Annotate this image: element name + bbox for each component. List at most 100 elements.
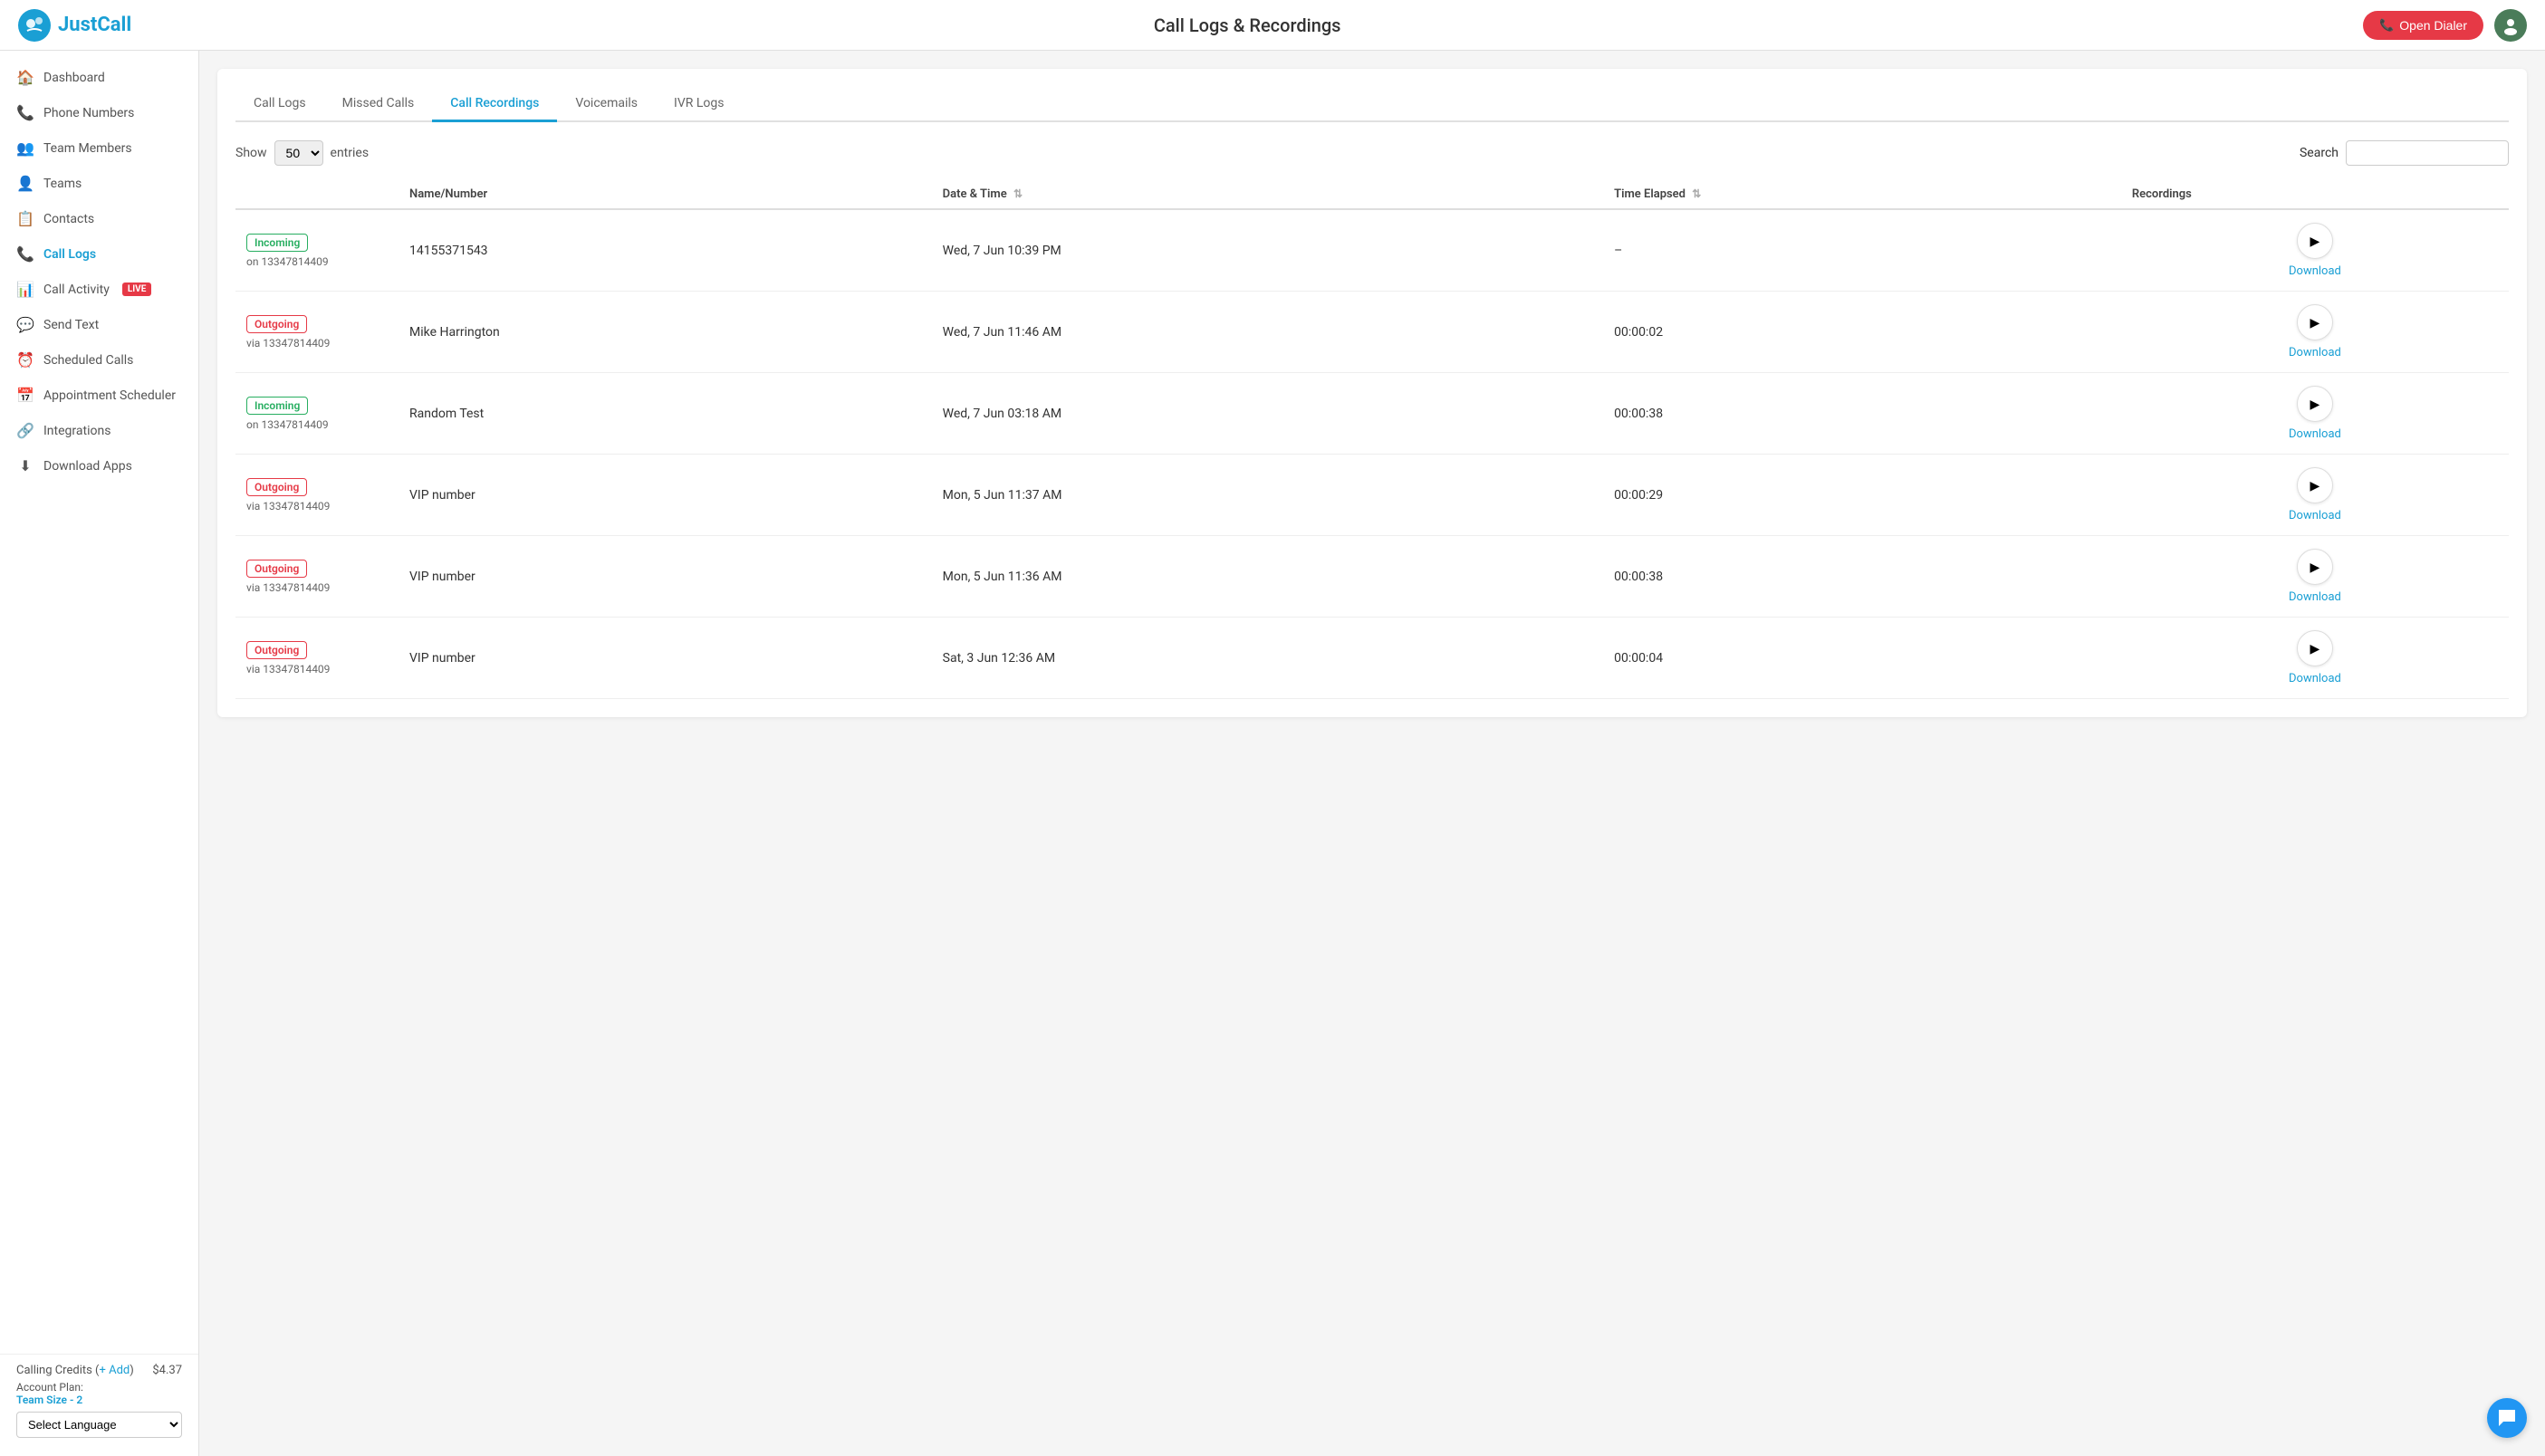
sidebar-nav: 🏠 Dashboard📞 Phone Numbers👥 Team Members… (0, 51, 198, 493)
sidebar-item-teams[interactable]: 👤 Teams (0, 166, 198, 201)
via-number-5: via 13347814409 (246, 663, 388, 675)
sidebar-item-contacts[interactable]: 📋 Contacts (0, 201, 198, 236)
recording-cell-5: ▶ Download (2132, 630, 2498, 685)
sidebar-label-dashboard: Dashboard (43, 71, 105, 85)
play-button-5[interactable]: ▶ (2297, 630, 2333, 666)
avatar-icon (2501, 15, 2521, 35)
add-credits-link[interactable]: + Add (100, 1364, 130, 1377)
cell-name-0: 14155371543 (399, 209, 932, 292)
table-row: Outgoing via 13347814409 VIP number Sat,… (235, 618, 2509, 699)
direction-badge-0: Incoming (246, 234, 308, 252)
chat-icon (2497, 1408, 2517, 1428)
play-button-0[interactable]: ▶ (2297, 223, 2333, 259)
cell-direction-2: Incoming on 13347814409 (235, 373, 399, 455)
show-label: Show (235, 146, 267, 160)
content-card: Call LogsMissed CallsCall RecordingsVoic… (217, 69, 2527, 717)
cell-direction-3: Outgoing via 13347814409 (235, 455, 399, 536)
dashboard-icon: 🏠 (16, 69, 34, 86)
download-link-2[interactable]: Download (2289, 427, 2341, 441)
table-head: Name/Number Date & Time ⇅ Time Elapsed ⇅… (235, 180, 2509, 209)
tab-voicemails[interactable]: Voicemails (557, 87, 656, 122)
sidebar-label-phone-numbers: Phone Numbers (43, 106, 134, 120)
direction-badge-5: Outgoing (246, 641, 307, 659)
sidebar: 🏠 Dashboard📞 Phone Numbers👥 Team Members… (0, 51, 199, 1456)
recording-cell-1: ▶ Download (2132, 304, 2498, 359)
play-button-1[interactable]: ▶ (2297, 304, 2333, 340)
cell-elapsed-2: 00:00:38 (1603, 373, 2121, 455)
account-plan: Account Plan: Team Size - 2 (16, 1381, 182, 1406)
sidebar-item-phone-numbers[interactable]: 📞 Phone Numbers (0, 95, 198, 130)
credits-label: Calling Credits (+ Add) (16, 1364, 134, 1377)
sidebar-label-team-members: Team Members (43, 141, 132, 156)
contacts-icon: 📋 (16, 210, 34, 227)
sidebar-item-dashboard[interactable]: 🏠 Dashboard (0, 60, 198, 95)
download-link-5[interactable]: Download (2289, 672, 2341, 685)
direction-badge-2: Incoming (246, 397, 308, 415)
cell-datetime-4: Mon, 5 Jun 11:36 AM (932, 536, 1603, 618)
tabs: Call LogsMissed CallsCall RecordingsVoic… (235, 87, 2509, 122)
recording-cell-4: ▶ Download (2132, 549, 2498, 604)
open-dialer-button[interactable]: Open Dialer (2363, 11, 2483, 40)
search-box: Search (2300, 140, 2509, 166)
sidebar-item-call-logs[interactable]: 📞 Call Logs (0, 236, 198, 272)
play-button-2[interactable]: ▶ (2297, 386, 2333, 422)
avatar[interactable] (2494, 9, 2527, 42)
direction-badge-1: Outgoing (246, 315, 307, 333)
chat-bubble[interactable] (2487, 1398, 2527, 1438)
cell-elapsed-4: 00:00:38 (1603, 536, 2121, 618)
teams-icon: 👤 (16, 175, 34, 192)
table-header-row: Name/Number Date & Time ⇅ Time Elapsed ⇅… (235, 180, 2509, 209)
cell-name-1: Mike Harrington (399, 292, 932, 373)
play-button-4[interactable]: ▶ (2297, 549, 2333, 585)
sidebar-item-call-activity[interactable]: 📊 Call ActivityLIVE (0, 272, 198, 307)
live-badge: LIVE (122, 283, 152, 296)
col-elapsed: Time Elapsed ⇅ (1603, 180, 2121, 209)
sidebar-label-integrations: Integrations (43, 424, 110, 438)
sidebar-item-download-apps[interactable]: ⬇ Download Apps (0, 448, 198, 484)
tab-ivr-logs[interactable]: IVR Logs (656, 87, 742, 122)
cell-direction-4: Outgoing via 13347814409 (235, 536, 399, 618)
sidebar-item-integrations[interactable]: 🔗 Integrations (0, 413, 198, 448)
table-row: Incoming on 13347814409 14155371543 Wed,… (235, 209, 2509, 292)
table-row: Outgoing via 13347814409 VIP number Mon,… (235, 536, 2509, 618)
entries-select[interactable]: 50 25 10 (274, 140, 323, 166)
via-number-1: via 13347814409 (246, 337, 388, 350)
download-link-3[interactable]: Download (2289, 509, 2341, 522)
sidebar-label-appointment-scheduler: Appointment Scheduler (43, 388, 176, 403)
credits-value: $4.37 (152, 1364, 182, 1377)
download-link-0[interactable]: Download (2289, 264, 2341, 278)
credits-row: Calling Credits (+ Add) $4.37 (16, 1364, 182, 1377)
cell-elapsed-3: 00:00:29 (1603, 455, 2121, 536)
col-type (235, 180, 399, 209)
sidebar-item-appointment-scheduler[interactable]: 📅 Appointment Scheduler (0, 378, 198, 413)
cell-recording-2: ▶ Download (2121, 373, 2509, 455)
plan-link[interactable]: Team Size - 2 (16, 1394, 82, 1406)
tab-missed-calls[interactable]: Missed Calls (324, 87, 433, 122)
cell-name-5: VIP number (399, 618, 932, 699)
tab-call-recordings[interactable]: Call Recordings (432, 87, 557, 122)
cell-elapsed-1: 00:00:02 (1603, 292, 2121, 373)
integrations-icon: 🔗 (16, 422, 34, 439)
appointment-scheduler-icon: 📅 (16, 387, 34, 404)
col-recordings: Recordings (2121, 180, 2509, 209)
language-select[interactable]: Select Language (16, 1412, 182, 1438)
sidebar-label-download-apps: Download Apps (43, 459, 132, 474)
entries-label: entries (331, 146, 370, 160)
play-button-3[interactable]: ▶ (2297, 467, 2333, 503)
search-input[interactable] (2346, 140, 2509, 166)
phone-numbers-icon: 📞 (16, 104, 34, 121)
recording-cell-0: ▶ Download (2132, 223, 2498, 278)
sidebar-item-send-text[interactable]: 💬 Send Text (0, 307, 198, 342)
via-number-0: on 13347814409 (246, 255, 388, 268)
recording-cell-3: ▶ Download (2132, 467, 2498, 522)
table-row: Outgoing via 13347814409 VIP number Mon,… (235, 455, 2509, 536)
download-link-4[interactable]: Download (2289, 590, 2341, 604)
col-datetime: Date & Time ⇅ (932, 180, 1603, 209)
sidebar-item-team-members[interactable]: 👥 Team Members (0, 130, 198, 166)
datetime-sort-icon: ⇅ (1013, 187, 1023, 200)
tab-call-logs[interactable]: Call Logs (235, 87, 324, 122)
sidebar-item-scheduled-calls[interactable]: ⏰ Scheduled Calls (0, 342, 198, 378)
download-link-1[interactable]: Download (2289, 346, 2341, 359)
call-logs-icon: 📞 (16, 245, 34, 263)
search-label: Search (2300, 146, 2339, 160)
